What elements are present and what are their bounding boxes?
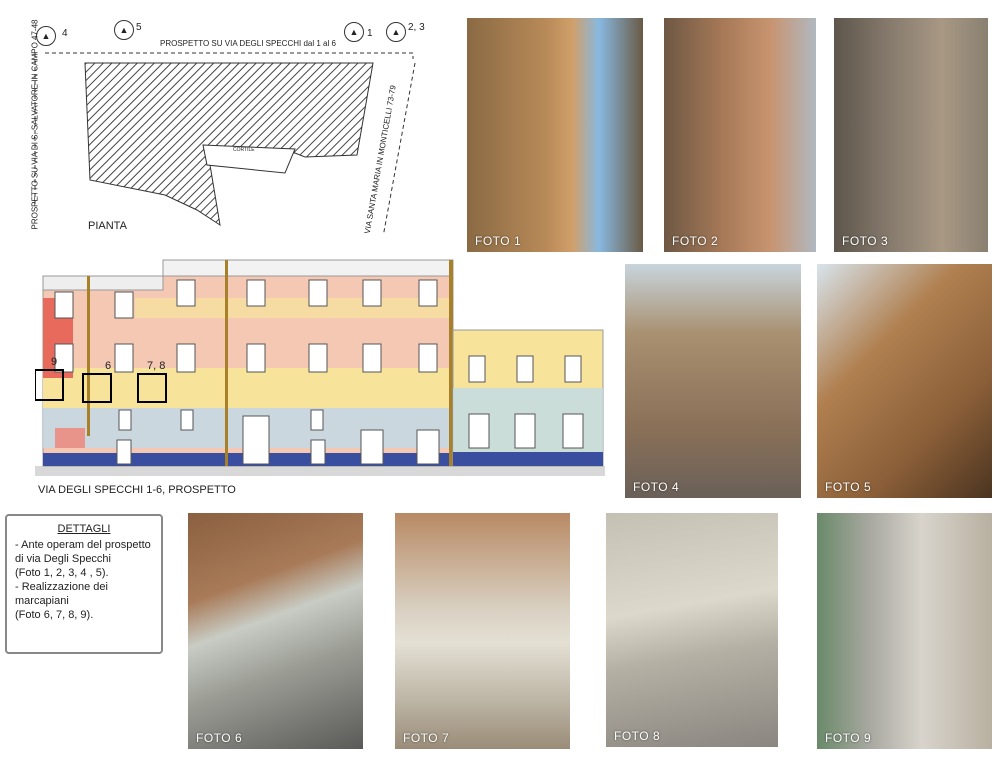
building-footprint	[84, 62, 374, 227]
pianta-label: PIANTA	[88, 220, 127, 232]
detail-marker: 9	[51, 356, 58, 368]
detail-marker: 7, 8	[147, 360, 166, 372]
marker-icon: ▲	[36, 26, 56, 46]
details-line: - Realizzazione dei marcapiani	[15, 581, 108, 607]
elevation-caption: VIA DEGLI SPECCHI 1-6, PROSPETTO	[38, 484, 236, 496]
plan-marker: 4	[62, 28, 68, 39]
plan-left-label: PROSPETTO SU VIA DI S. SALVATORE IN CAMP…	[30, 19, 40, 230]
details-line: (Foto 6, 7, 8, 9).	[15, 609, 94, 621]
photo-caption: FOTO 6	[196, 731, 243, 745]
photo-caption: FOTO 7	[403, 731, 450, 745]
photo-9: FOTO 9	[817, 513, 992, 749]
photo-caption: FOTO 1	[475, 234, 522, 248]
details-heading: DETTAGLI	[57, 523, 111, 535]
detail-marker: 6	[105, 360, 112, 372]
photo-caption: FOTO 3	[842, 234, 889, 248]
plan-top-label: PROSPETTO SU VIA DEGLI SPECCHI dal 1 al …	[160, 39, 336, 48]
plan-marker: 5	[136, 22, 142, 33]
photo-3: FOTO 3	[834, 18, 988, 252]
photo-caption: FOTO 2	[672, 234, 719, 248]
photo-caption: FOTO 4	[633, 480, 680, 494]
photo-4: FOTO 4	[625, 264, 801, 498]
plan-drawing: CORTILE PROSPETTO SU VIA DEGLI SPECCHI d…	[15, 15, 445, 238]
marker-icon: ▲	[344, 22, 364, 42]
plan-svg	[34, 52, 416, 238]
elevation-drawing: 9 6 7, 8	[34, 238, 605, 478]
courtyard-label: CORTILE	[233, 147, 255, 153]
photo-6: FOTO 6	[188, 513, 363, 749]
photo-5: FOTO 5	[817, 264, 992, 498]
photo-7: FOTO 7	[395, 513, 570, 749]
photo-2: FOTO 2	[664, 18, 816, 252]
details-line: di via Degli Specchi	[15, 553, 111, 565]
photo-8: FOTO 8	[606, 513, 778, 747]
details-line: (Foto 1, 2, 3, 4 , 5).	[15, 567, 109, 579]
plan-marker: 1	[367, 28, 373, 39]
details-line: - Ante operam del prospetto	[15, 539, 151, 551]
marker-icon: ▲	[386, 22, 406, 42]
elevation-svg	[34, 259, 605, 476]
photo-caption: FOTO 5	[825, 480, 872, 494]
marker-icon: ▲	[114, 20, 134, 40]
photo-caption: FOTO 9	[825, 731, 872, 745]
details-box: DETTAGLI - Ante operam del prospetto di …	[5, 514, 163, 654]
photo-caption: FOTO 8	[614, 729, 661, 743]
photo-1: FOTO 1	[467, 18, 643, 252]
plan-marker: 2, 3	[408, 22, 425, 33]
